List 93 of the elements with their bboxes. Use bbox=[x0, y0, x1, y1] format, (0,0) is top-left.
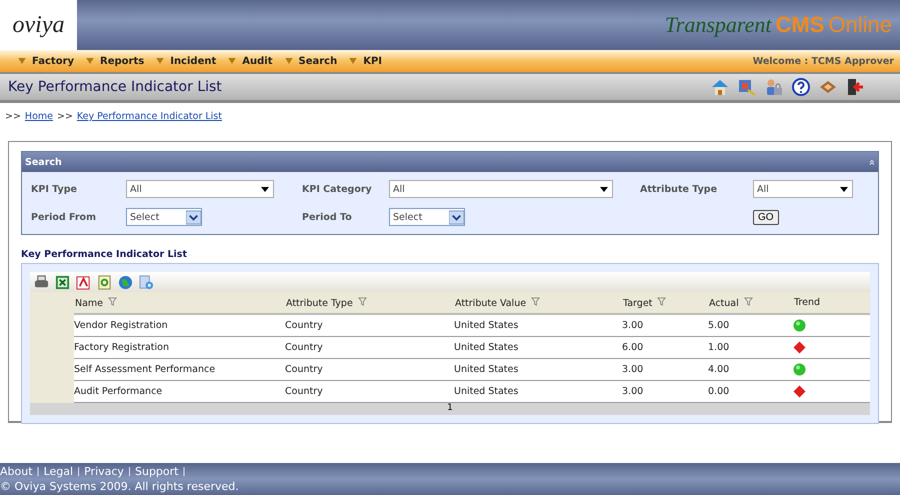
copyright-text: © Oviya Systems 2009. All rights reserved. bbox=[0, 480, 240, 493]
dropdown[interactable]: All bbox=[389, 180, 613, 198]
dropdown[interactable]: All bbox=[126, 180, 274, 198]
table-cell: Audit Performance bbox=[74, 386, 162, 397]
footer-separator: | bbox=[77, 466, 80, 476]
table-cell: United States bbox=[454, 320, 518, 331]
footer-separator: | bbox=[36, 466, 40, 476]
column-header[interactable]: Attribute Type bbox=[285, 292, 454, 314]
filter-icon[interactable] bbox=[744, 296, 753, 306]
table-cell: Country bbox=[285, 342, 323, 353]
trend-up-icon bbox=[793, 319, 806, 332]
table-cell: 4.00 bbox=[708, 364, 730, 375]
search-title: Search bbox=[25, 156, 62, 168]
table-cell: Country bbox=[285, 320, 323, 331]
globe-icon[interactable] bbox=[118, 274, 133, 290]
field-label: Period From bbox=[31, 212, 97, 222]
go-button[interactable]: GO bbox=[753, 210, 779, 224]
trend-down-icon bbox=[793, 341, 806, 354]
dropdown[interactable]: Select bbox=[126, 208, 202, 226]
collapse-button[interactable]: » bbox=[866, 159, 878, 165]
menu-item[interactable]: Reports bbox=[86, 56, 144, 66]
table-cell: 3.00 bbox=[622, 320, 644, 331]
table-cell: 6.00 bbox=[622, 342, 644, 353]
dropdown-arrow-icon bbox=[86, 58, 94, 64]
oviya-logo: oviya bbox=[12, 12, 64, 38]
dropdown-button-icon[interactable] bbox=[186, 210, 201, 224]
table-cell: United States bbox=[454, 386, 518, 397]
footer-separator: | bbox=[128, 466, 131, 476]
dropdown-arrow-icon bbox=[156, 58, 164, 64]
footer-link[interactable]: Privacy bbox=[84, 465, 124, 478]
caret-icon bbox=[261, 186, 269, 192]
list-title: Key Performance Indicator List bbox=[21, 249, 188, 260]
table-cell: United States bbox=[454, 342, 518, 353]
page-title: Key Performance Indicator List bbox=[7, 79, 222, 95]
menu-item[interactable]: Factory bbox=[18, 56, 74, 66]
column-header[interactable]: Attribute Value bbox=[454, 292, 622, 314]
table-cell: Country bbox=[285, 364, 323, 375]
dropdown-arrow-icon bbox=[349, 58, 358, 64]
menu-item[interactable]: Incident bbox=[156, 56, 216, 66]
field-label: KPI Category bbox=[302, 184, 373, 194]
field-label: Attribute Type bbox=[640, 184, 718, 194]
column-header[interactable]: Actual bbox=[708, 292, 793, 314]
table-cell: United States bbox=[454, 364, 518, 375]
table-cell: 1.00 bbox=[708, 342, 730, 353]
welcome-text: Welcome : TCMS Approver bbox=[752, 56, 895, 66]
page-number[interactable]: 1 bbox=[447, 403, 453, 413]
menu-item[interactable]: KPI bbox=[349, 56, 382, 66]
table-cell: Self Assessment Performance bbox=[74, 364, 216, 375]
table-cell: 5.00 bbox=[708, 320, 730, 331]
home-icon[interactable] bbox=[711, 78, 729, 96]
menu-item[interactable]: Search bbox=[284, 56, 338, 66]
breadcrumb-link[interactable]: Home bbox=[24, 111, 53, 125]
caret-icon bbox=[840, 186, 848, 192]
brand-cms: CMS bbox=[776, 12, 824, 38]
menu-item[interactable]: Audit bbox=[228, 56, 272, 66]
table-cell: 3.00 bbox=[622, 364, 644, 375]
user-lock-icon[interactable] bbox=[765, 78, 783, 96]
footer-link[interactable]: Support bbox=[134, 465, 178, 478]
column-header[interactable]: Trend bbox=[793, 292, 870, 314]
filter-icon[interactable] bbox=[657, 296, 666, 306]
table-cell: 3.00 bbox=[622, 386, 644, 397]
footer-link[interactable]: Legal bbox=[44, 465, 74, 478]
table-cell: Country bbox=[285, 386, 323, 397]
dropdown-button-icon[interactable] bbox=[449, 210, 464, 224]
footer-link[interactable]: About bbox=[0, 465, 33, 478]
breadcrumb-separator: >> bbox=[5, 111, 21, 124]
field-label: Period To bbox=[302, 212, 353, 222]
brand-script: Transparent bbox=[664, 12, 772, 38]
help-icon[interactable] bbox=[792, 78, 810, 96]
print-icon[interactable] bbox=[34, 274, 49, 290]
filter-icon[interactable] bbox=[358, 296, 367, 306]
logout-icon[interactable] bbox=[846, 78, 864, 96]
caret-icon bbox=[600, 186, 608, 192]
table-cell: Factory Registration bbox=[74, 342, 170, 353]
column-header[interactable]: Name bbox=[74, 292, 285, 314]
excel-icon[interactable] bbox=[55, 274, 70, 290]
dropdown-arrow-icon bbox=[228, 58, 236, 64]
table-cell: Vendor Registration bbox=[74, 320, 168, 331]
filter-icon[interactable] bbox=[531, 296, 540, 306]
dropdown-arrow-icon bbox=[284, 58, 292, 64]
dropdown[interactable]: All bbox=[753, 180, 853, 198]
footer-separator: | bbox=[182, 466, 186, 476]
filter-icon[interactable] bbox=[108, 296, 118, 306]
column-header[interactable]: Target bbox=[622, 292, 708, 314]
dropdown-arrow-icon bbox=[18, 58, 26, 64]
field-label: KPI Type bbox=[31, 184, 78, 194]
brand-online: Online bbox=[828, 12, 892, 38]
trend-down-icon bbox=[793, 385, 806, 398]
dropdown[interactable]: Select bbox=[389, 208, 465, 226]
breadcrumb-link[interactable]: Key Performance Indicator List bbox=[76, 111, 222, 125]
trend-up-icon bbox=[793, 363, 806, 376]
table-cell: 0.00 bbox=[708, 386, 730, 397]
breadcrumb-separator: >> bbox=[56, 111, 73, 124]
